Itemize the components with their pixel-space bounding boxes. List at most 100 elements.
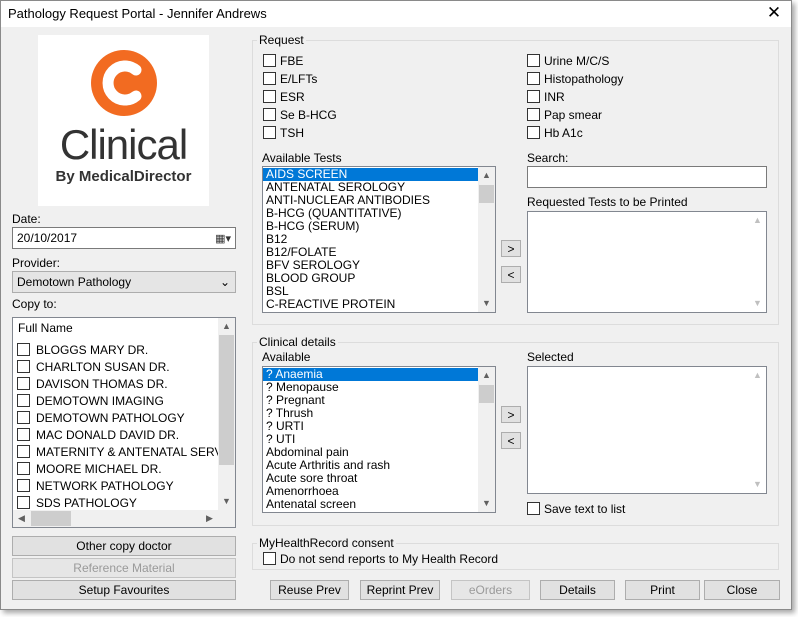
copy-to-column-header[interactable]: Full Name bbox=[13, 318, 235, 339]
scroll-up-icon[interactable]: ▲ bbox=[478, 167, 495, 184]
request-check-box[interactable] bbox=[263, 90, 276, 104]
reference-material-button[interactable]: Reference Material bbox=[12, 558, 236, 578]
setup-favourites-button[interactable]: Setup Favourites bbox=[12, 580, 236, 600]
copy-to-list-item[interactable]: MATERNITY & ANTENATAL SERVICES bbox=[13, 444, 218, 461]
copy-to-list[interactable]: Full Name BLOGGS MARY DR. CHARLTON SUSAN … bbox=[12, 317, 236, 528]
available-tests-list[interactable]: AIDS SCREEN ANTENATAL SEROLOGY ANTI-NUCLEA… bbox=[262, 166, 496, 313]
scroll-left-icon[interactable]: ◀ bbox=[13, 510, 30, 527]
copy-to-check-box[interactable] bbox=[17, 411, 30, 425]
scroll-right-icon[interactable]: ▶ bbox=[201, 510, 218, 527]
available-tests-scrollbar[interactable]: ▲ ▼ bbox=[478, 167, 495, 312]
request-check-box[interactable] bbox=[263, 108, 276, 122]
requested-tests-label: Requested Tests to be Printed bbox=[527, 195, 688, 209]
request-group-title: Request bbox=[257, 33, 306, 47]
available-test-item[interactable]: C-REACTIVE PROTEIN bbox=[263, 298, 478, 311]
request-checkbox-checks_right-0[interactable]: Urine M/C/S bbox=[527, 54, 609, 68]
requested-tests-scrollbar[interactable]: ▲ ▼ bbox=[749, 212, 766, 312]
request-check-box[interactable] bbox=[527, 72, 540, 86]
request-checkbox-checks_right-4[interactable]: Hb A1c bbox=[527, 126, 583, 140]
scroll-thumb[interactable] bbox=[479, 185, 494, 203]
copy-to-item-label: DEMOTOWN IMAGING bbox=[36, 394, 164, 408]
copy-to-horizontal-scrollbar[interactable]: ◀ ▶ bbox=[13, 510, 235, 527]
mhr-consent-checkbox[interactable]: Do not send reports to My Health Record bbox=[263, 552, 498, 566]
clinical-detail-item[interactable]: Antenatal screen bbox=[263, 498, 478, 511]
scroll-up-icon[interactable]: ▲ bbox=[749, 212, 766, 229]
scroll-down-icon[interactable]: ▼ bbox=[749, 295, 766, 312]
scroll-thumb[interactable] bbox=[479, 385, 494, 403]
clinical-selected-list[interactable]: ▲ ▼ bbox=[527, 366, 767, 494]
copy-to-list-item[interactable]: BLOGGS MARY DR. bbox=[13, 342, 218, 359]
remove-test-button[interactable]: < bbox=[501, 266, 521, 283]
copy-to-list-item[interactable]: DAVISON THOMAS DR. bbox=[13, 376, 218, 393]
print-button[interactable]: Print bbox=[625, 580, 700, 600]
request-checkbox-checks_left-2[interactable]: ESR bbox=[263, 90, 305, 104]
provider-select[interactable]: Demotown Pathology ⌄ bbox=[12, 271, 236, 293]
scroll-down-icon[interactable]: ▼ bbox=[218, 493, 235, 510]
request-check-box[interactable] bbox=[527, 126, 540, 140]
request-check-box[interactable] bbox=[527, 90, 540, 104]
scroll-thumb[interactable] bbox=[219, 335, 234, 465]
copy-to-check-box[interactable] bbox=[17, 360, 30, 374]
request-checkbox-checks_right-1[interactable]: Histopathology bbox=[527, 72, 623, 86]
clinical-available-scrollbar[interactable]: ▲ ▼ bbox=[478, 367, 495, 512]
copy-to-list-item[interactable]: MAC DONALD DAVID DR. bbox=[13, 427, 218, 444]
calendar-dropdown-icon[interactable]: ▦▾ bbox=[215, 232, 231, 245]
date-picker[interactable]: 20/10/2017 ▦▾ bbox=[12, 227, 236, 249]
copy-to-check-box[interactable] bbox=[17, 496, 30, 510]
copy-to-check-box[interactable] bbox=[17, 428, 30, 442]
copy-to-list-item[interactable]: DEMOTOWN PATHOLOGY bbox=[13, 410, 218, 427]
scroll-up-icon[interactable]: ▲ bbox=[478, 367, 495, 384]
window-close-icon[interactable]: ✕ bbox=[765, 3, 783, 23]
other-copy-doctor-button[interactable]: Other copy doctor bbox=[12, 536, 236, 556]
request-checkbox-checks_left-4[interactable]: TSH bbox=[263, 126, 304, 140]
copy-to-list-item[interactable]: MOORE MICHAEL DR. bbox=[13, 461, 218, 478]
scroll-up-icon[interactable]: ▲ bbox=[218, 318, 235, 335]
request-check-box[interactable] bbox=[527, 108, 540, 122]
save-text-checkbox[interactable]: Save text to list bbox=[527, 502, 625, 516]
clinical-available-list[interactable]: ? Anaemia? Menopause? Pregnant? Thrush? … bbox=[262, 366, 496, 513]
copy-to-list-item[interactable]: SDS PATHOLOGY bbox=[13, 495, 218, 510]
scroll-down-icon[interactable]: ▼ bbox=[478, 495, 495, 512]
request-check-box[interactable] bbox=[263, 126, 276, 140]
reuse-prev-button[interactable]: Reuse Prev bbox=[270, 580, 349, 600]
clinical-detail-item[interactable]: ? URTI bbox=[263, 420, 478, 433]
details-button[interactable]: Details bbox=[540, 580, 615, 600]
save-text-label: Save text to list bbox=[544, 502, 626, 516]
copy-to-vertical-scrollbar[interactable]: ▲ ▼ bbox=[218, 318, 235, 510]
requested-tests-list[interactable]: ▲ ▼ bbox=[527, 211, 767, 313]
scroll-down-icon[interactable]: ▼ bbox=[749, 476, 766, 493]
copy-to-check-box[interactable] bbox=[17, 479, 30, 493]
copy-to-check-box[interactable] bbox=[17, 394, 30, 408]
copy-to-check-box[interactable] bbox=[17, 462, 30, 476]
request-check-box[interactable] bbox=[263, 54, 276, 68]
request-check-label: FBE bbox=[280, 54, 304, 68]
copy-to-check-box[interactable] bbox=[17, 343, 30, 357]
close-button[interactable]: Close bbox=[704, 580, 780, 600]
mhr-check-box[interactable] bbox=[263, 552, 276, 566]
reprint-prev-button[interactable]: Reprint Prev bbox=[360, 580, 440, 600]
available-test-item[interactable]: BLOOD GROUP bbox=[263, 272, 478, 285]
eorders-button[interactable]: eOrders bbox=[451, 580, 530, 600]
request-check-box[interactable] bbox=[527, 54, 540, 68]
request-checkbox-checks_left-1[interactable]: E/LFTs bbox=[263, 72, 317, 86]
request-checkbox-checks_right-3[interactable]: Pap smear bbox=[527, 108, 602, 122]
available-test-item[interactable]: B-HCG (SERUM) bbox=[263, 220, 478, 233]
horizontal-scroll-thumb[interactable] bbox=[31, 511, 71, 526]
copy-to-check-box[interactable] bbox=[17, 377, 30, 391]
copy-to-check-box[interactable] bbox=[17, 445, 30, 459]
request-checkbox-checks_right-2[interactable]: INR bbox=[527, 90, 565, 104]
request-checkbox-checks_left-3[interactable]: Se B-HCG bbox=[263, 108, 337, 122]
request-checkbox-checks_left-0[interactable]: FBE bbox=[263, 54, 303, 68]
add-clinical-button[interactable]: > bbox=[501, 406, 521, 423]
save-text-check-box[interactable] bbox=[527, 502, 540, 516]
scroll-up-icon[interactable]: ▲ bbox=[749, 367, 766, 384]
request-check-box[interactable] bbox=[263, 72, 276, 86]
copy-to-list-item[interactable]: NETWORK PATHOLOGY bbox=[13, 478, 218, 495]
add-test-button[interactable]: > bbox=[501, 240, 521, 257]
remove-clinical-button[interactable]: < bbox=[501, 432, 521, 449]
clinical-selected-scrollbar[interactable]: ▲ ▼ bbox=[749, 367, 766, 493]
copy-to-list-item[interactable]: DEMOTOWN IMAGING bbox=[13, 393, 218, 410]
search-input[interactable] bbox=[527, 166, 767, 188]
copy-to-list-item[interactable]: CHARLTON SUSAN DR. bbox=[13, 359, 218, 376]
scroll-down-icon[interactable]: ▼ bbox=[478, 295, 495, 312]
